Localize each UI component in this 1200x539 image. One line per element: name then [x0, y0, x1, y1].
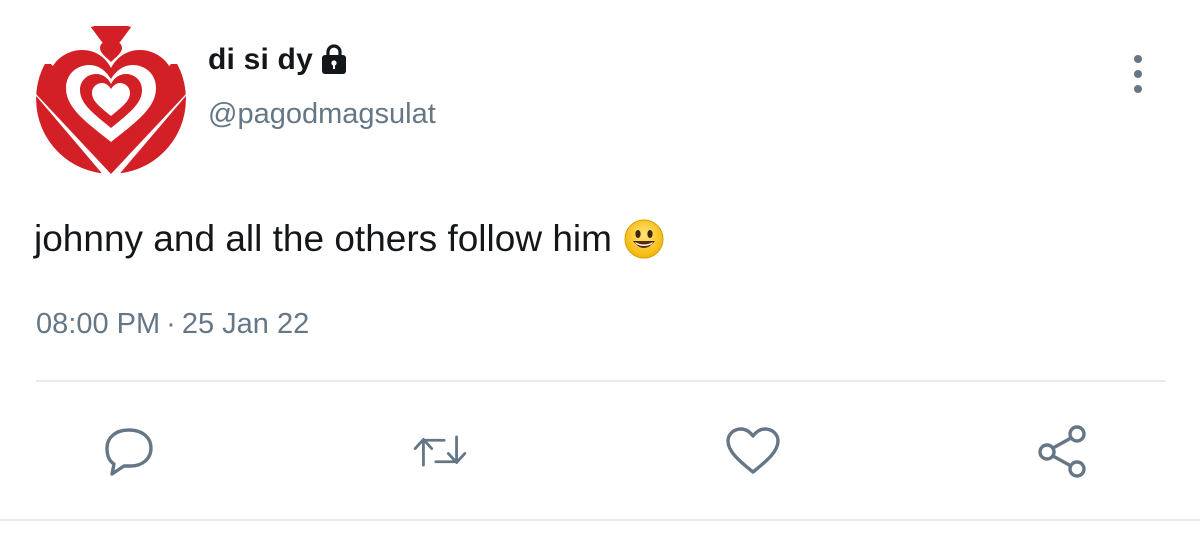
tweet-text: johnny and all the others follow him — [34, 218, 612, 259]
display-name[interactable]: di si dy — [208, 43, 313, 77]
reply-button[interactable] — [100, 424, 158, 478]
tweet-date: 25 Jan 22 — [181, 308, 310, 340]
avatar[interactable] — [36, 24, 186, 174]
heart-icon — [726, 427, 780, 474]
user-handle[interactable]: @pagodmagsulat — [208, 98, 436, 131]
timestamp[interactable]: 08:00 PM · 25 Jan 22 — [36, 308, 309, 341]
user-name-row[interactable]: di si dy — [208, 40, 349, 80]
divider — [36, 380, 1166, 382]
retweet-button[interactable] — [411, 424, 469, 478]
share-button[interactable] — [1035, 424, 1093, 478]
tweet-text-row: johnny and all the others follow him — [34, 218, 664, 260]
reply-icon — [105, 428, 153, 476]
retweet-icon — [413, 435, 467, 467]
heart-logo-icon — [36, 24, 186, 174]
timestamp-separator: · — [166, 308, 176, 340]
like-button[interactable] — [724, 424, 782, 478]
smiling-face-icon — [624, 219, 664, 259]
tweet-time: 08:00 PM — [36, 308, 161, 340]
lock-icon — [319, 44, 349, 76]
divider — [0, 519, 1200, 521]
more-vertical-icon[interactable] — [1124, 52, 1152, 96]
share-icon — [1038, 425, 1086, 478]
